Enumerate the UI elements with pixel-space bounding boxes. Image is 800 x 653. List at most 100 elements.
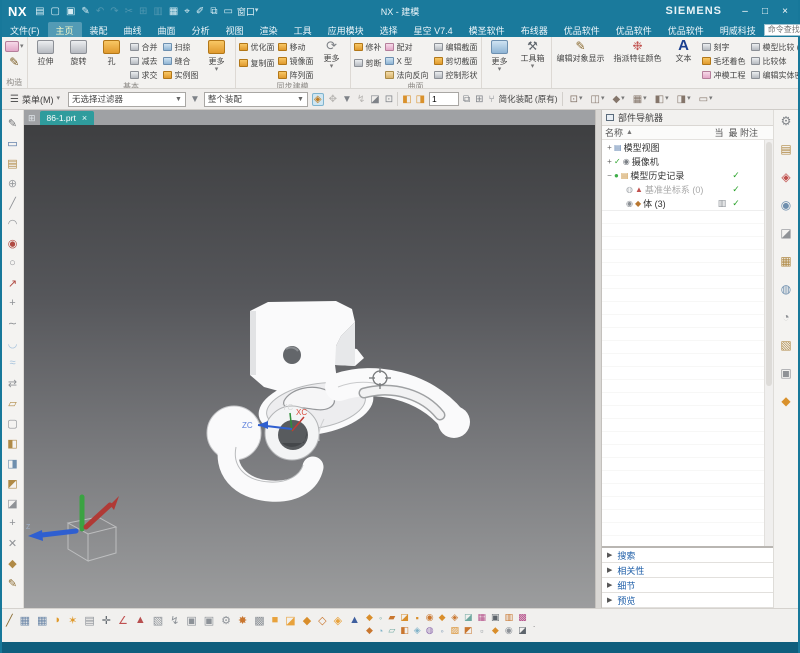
bounded-plane-icon[interactable]: ▱ (8, 393, 16, 413)
selection-filter-select[interactable]: 无选择过滤器▼ (68, 92, 186, 107)
toolbox-button[interactable]: ⚒工具箱▾ (518, 38, 548, 71)
tab-4[interactable]: 曲面 (150, 22, 184, 37)
sheet-icon[interactable]: ▢ (7, 413, 17, 433)
constraint-navigator-icon[interactable]: ◈ (781, 170, 790, 184)
new-file-icon[interactable]: ▤ (35, 6, 44, 17)
document-tab[interactable]: 86-1.prt × (40, 111, 95, 125)
mini-tool-icon[interactable]: ▨ (451, 625, 460, 636)
flag-icon[interactable]: ▲ (349, 614, 360, 626)
line-tool-icon[interactable]: ╱ (6, 614, 13, 627)
part-body[interactable] (207, 301, 470, 491)
extrude-button[interactable]: 拉伸 (31, 38, 61, 68)
snap-ghost-icon[interactable]: ✥ (329, 94, 337, 105)
simplify-assembly-button[interactable]: 简化装配 (原有) (499, 93, 558, 105)
section-细节[interactable]: ▶细节 (602, 578, 773, 593)
tab-8[interactable]: 工具 (286, 22, 320, 37)
mini-tool-icon[interactable]: ▣ (491, 612, 500, 623)
layer-input[interactable] (429, 92, 459, 106)
document-close-icon[interactable]: × (82, 113, 87, 123)
toolbar-overflow-dot[interactable]: · (533, 621, 536, 631)
window-menu[interactable]: 窗口 (237, 5, 255, 18)
arc-icon[interactable]: ◠ (8, 213, 18, 233)
text-button[interactable]: A文本 (669, 38, 699, 65)
engrave-button[interactable]: 刻字 (702, 40, 746, 54)
tab-3[interactable]: 曲线 (116, 22, 150, 37)
spline-icon[interactable]: ∼ (8, 313, 17, 333)
tab-10[interactable]: 选择 (372, 22, 406, 37)
mirror-face-button[interactable]: 镜像面 (278, 54, 314, 68)
process-studio-icon[interactable]: ▧ (780, 338, 791, 352)
navigator-row[interactable]: −●▤模型历史记录✓ (602, 168, 773, 182)
mini-tool-icon[interactable]: ▥ (505, 612, 514, 623)
tab-15[interactable]: 优品软件 (608, 22, 660, 37)
studio-spline-icon[interactable]: ≈ (9, 353, 15, 373)
diamond-icon[interactable]: ◆ (303, 614, 311, 627)
assembly-navigator-icon[interactable]: ▤ (780, 142, 791, 156)
circle-center-icon[interactable]: ◉ (8, 233, 18, 253)
navigator-row[interactable]: +✓◉摄像机 (602, 154, 773, 168)
mini-tool-icon[interactable]: ◩ (464, 625, 473, 636)
profile-icon[interactable]: ✎ (8, 113, 17, 133)
copy-object-icon[interactable]: ⧉ (463, 94, 470, 105)
mini-tool-icon[interactable]: ▩ (518, 612, 527, 623)
tab-14[interactable]: 优品软件 (556, 22, 608, 37)
edit-object-display-button[interactable]: ✎编辑对象显示 (555, 38, 607, 65)
bodies-icon[interactable]: ▤ (84, 614, 94, 627)
section-相关性[interactable]: ▶相关性 (602, 563, 773, 578)
open-diamond-icon[interactable]: ◇ (318, 614, 326, 627)
x-form-button[interactable]: X 型 (385, 54, 429, 68)
navigator-row[interactable]: ◉◆体 (3)▥✓ (602, 196, 773, 210)
tab-5[interactable]: 分析 (184, 22, 218, 37)
fit-view-button[interactable]: ◫▾ (590, 94, 606, 105)
hd3d-icon[interactable]: ▦ (780, 254, 791, 268)
expander-icon[interactable]: + (605, 157, 614, 166)
sketch-button[interactable]: ▾ (5, 40, 24, 54)
tab-12[interactable]: 模圣软件 (461, 22, 513, 37)
expander-icon[interactable]: + (605, 143, 614, 152)
pencil-icon[interactable]: ✎ (8, 573, 17, 593)
intersect-button[interactable]: 求交 (130, 68, 158, 82)
clip-section-button[interactable]: 剪切截面 (434, 54, 478, 68)
view-window-icon[interactable]: ▦ (20, 614, 30, 627)
through-curves-icon[interactable]: ◩ (7, 473, 17, 493)
point-icon[interactable]: + (9, 293, 15, 313)
part-navigator-icon[interactable]: ◉ (781, 198, 791, 212)
mini-tool-icon[interactable]: ◦ (439, 626, 446, 636)
gear-tool-icon[interactable]: ⚙ (221, 614, 231, 627)
body-pair-icon[interactable]: ◆ (8, 553, 16, 573)
history-icon[interactable]: ◔ (782, 310, 789, 324)
control-shape-button[interactable]: 控制形状 (434, 68, 478, 82)
arc-2pt-icon[interactable]: ◡ (8, 333, 18, 353)
wire-cube-icon[interactable]: ◨ (416, 94, 425, 105)
mini-tool-icon[interactable]: ◪ (400, 612, 409, 623)
include-curve-icon[interactable]: ▭ (7, 133, 17, 153)
tab-1[interactable]: 主页 (48, 22, 82, 37)
selection-scope-select[interactable]: 整个装配▼ (204, 92, 308, 107)
shaded-style-button[interactable]: ◆▾ (611, 94, 625, 105)
minimize-button[interactable]: – (736, 6, 754, 17)
scene-icon[interactable]: ◆ (781, 394, 790, 408)
open-icon[interactable]: ▢ (51, 6, 60, 17)
flower-icon[interactable]: ✸ (238, 614, 247, 627)
mini-tool-icon[interactable]: ◆ (439, 612, 446, 623)
tab-16[interactable]: 优品软件 (660, 22, 712, 37)
angle-icon[interactable]: ∠ (118, 614, 128, 627)
branch-icon[interactable]: ⑂ (489, 94, 495, 105)
subtract-button[interactable]: 减去 (130, 54, 158, 68)
save-icon[interactable]: ▣ (66, 6, 75, 17)
assign-feature-color-button[interactable]: ❉指派特征颜色 (610, 38, 666, 65)
highlight-body-icon[interactable]: ◪ (370, 94, 379, 105)
model-compare-button[interactable]: 模型比较 (即将失效) (751, 40, 798, 54)
circle-icon[interactable]: ○ (9, 253, 16, 273)
mini-tool-icon[interactable]: ◉ (505, 625, 514, 636)
section-搜索[interactable]: ▶搜索 (602, 548, 773, 563)
window-layout-button[interactable]: ▭▾ (698, 94, 714, 105)
point-plus-icon[interactable]: + (9, 513, 15, 533)
point-line-icon[interactable]: ↗ (8, 273, 17, 293)
menu-button[interactable]: ☰ 菜单(M)▾ (6, 92, 64, 107)
gem-icon[interactable]: ◈ (334, 614, 342, 627)
new-window-icon[interactable]: ▭ (223, 6, 232, 17)
navigator-scrollbar[interactable] (764, 140, 773, 546)
tab-9[interactable]: 应用模块 (320, 22, 372, 37)
mini-tool-icon[interactable]: ▫ (478, 626, 487, 636)
